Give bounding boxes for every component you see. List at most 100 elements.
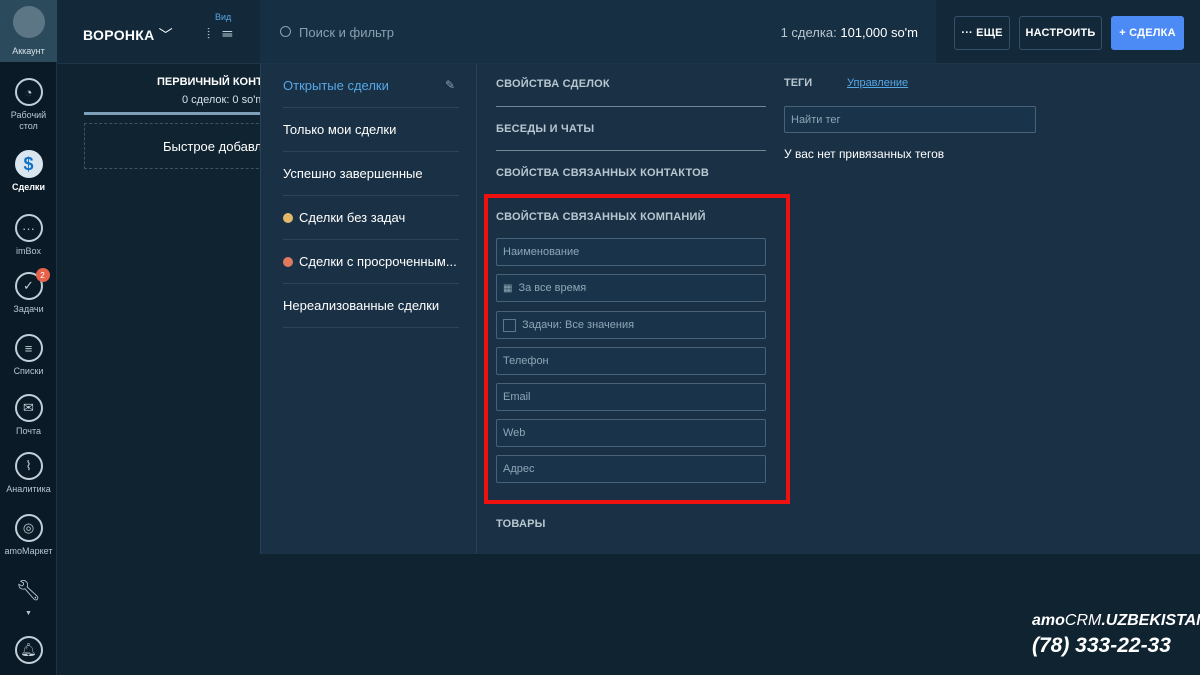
search-input[interactable]: Поиск и фильтр — [299, 25, 394, 40]
search-bar[interactable]: Поиск и фильтр 1 сделка: 101,000 so'm — [260, 0, 936, 64]
filter-item-mine[interactable]: Только мои сделки — [283, 108, 459, 152]
add-deal-button[interactable]: + СДЕЛКА — [1111, 16, 1184, 50]
tags-empty-text: У вас нет привязанных тегов — [784, 147, 945, 161]
section-chats[interactable]: БЕСЕДЫ И ЧАТЫ — [496, 123, 766, 135]
filter-panel: Открытые сделки ✎ Только мои сделки Успе… — [260, 64, 1200, 554]
tasks-field[interactable]: Задачи: Все значения — [496, 311, 766, 339]
tasks-checkbox[interactable] — [503, 318, 516, 332]
calendar-icon: ▦ — [503, 282, 513, 294]
tasks-label: Задачи: Все значения — [522, 319, 635, 331]
brand-prefix: amo — [1032, 612, 1065, 629]
period-label: За все время — [518, 282, 587, 294]
funnel-label: ВОРОНКА — [83, 27, 155, 43]
sidebar-item-label: imBox — [15, 246, 41, 256]
status-dot — [283, 256, 293, 267]
sidebar-item-settings[interactable]: 🔧︎ ▼ — [0, 576, 57, 619]
sidebar-item-label: Списки — [13, 366, 44, 376]
chevron-down-icon: ▼ — [25, 610, 32, 617]
market-icon: ◎ — [14, 514, 43, 542]
analytics-icon: ⌇ — [14, 452, 43, 480]
sidebar-item-lists[interactable]: ≡ Списки — [0, 334, 57, 377]
sidebar-item-mail[interactable]: ✉ Почта — [0, 394, 57, 437]
filter-item-overdue[interactable]: Сделки с просроченным... — [283, 240, 459, 284]
tasks-badge: 2 — [35, 268, 50, 282]
divider — [496, 150, 766, 151]
chevron-down-icon: ﹀ — [158, 27, 173, 43]
preset-filter-list: Открытые сделки ✎ Только мои сделки Успе… — [261, 64, 477, 554]
filter-item-open[interactable]: Открытые сделки ✎ — [283, 64, 459, 108]
brand-crm: CRM — [1064, 612, 1102, 629]
tags-manage-link[interactable]: Управление — [847, 77, 908, 89]
mail-icon: ✉ — [14, 394, 43, 422]
filter-label: Сделки с просроченным... — [299, 254, 457, 269]
sidebar-item-label: Рабочий стол — [10, 110, 47, 131]
setup-button[interactable]: НАСТРОИТЬ — [1019, 16, 1102, 50]
period-field[interactable]: ▦ За все время — [496, 274, 766, 302]
filter-sections: СВОЙСТВА СДЕЛОК БЕСЕДЫ И ЧАТЫ СВОЙСТВА С… — [477, 64, 790, 554]
tag-search-input[interactable]: Найти тег — [784, 106, 1036, 133]
section-goods[interactable]: ТОВАРЫ — [496, 518, 766, 530]
tasks-icon: ✓ 2 — [14, 268, 50, 300]
section-company-properties: СВОЙСТВА СВЯЗАННЫХ КОМПАНИЙ — [496, 211, 706, 223]
pipeline-board: ПЕРВИЧНЫЙ КОНТАКТ 0 сделок: 0 so'm Быстр… — [57, 64, 284, 675]
avatar — [13, 6, 45, 38]
search-icon — [280, 26, 291, 37]
more-button[interactable]: ··· ЕЩЕ — [954, 16, 1010, 50]
account-button[interactable]: Аккаунт — [0, 0, 57, 62]
filter-label: Нереализованные сделки — [283, 298, 440, 313]
sidebar-item-label: Почта — [16, 426, 41, 436]
sidebar-item-label: Сделки — [12, 182, 45, 192]
tags-panel: ТЕГИ Управление Найти тег У вас нет прив… — [767, 64, 1200, 554]
summary-value: 101,000 so'm — [840, 25, 918, 40]
stage-color-bar — [84, 112, 260, 115]
filter-label: Успешно завершенные — [283, 166, 423, 181]
dashboard-icon: ◔ — [14, 78, 43, 106]
deals-summary: 1 сделка: 101,000 so'm — [781, 25, 918, 40]
deals-icon: $ — [14, 150, 43, 178]
section-contact-properties[interactable]: СВОЙСТВА СВЯЗАННЫХ КОНТАКТОВ — [496, 167, 766, 179]
sidebar-item-tasks[interactable]: ✓ 2 Задачи — [0, 268, 57, 315]
quick-add-button[interactable]: Быстрое добавление — [84, 123, 274, 169]
company-name-field[interactable]: Наименование — [496, 238, 766, 266]
wrench-icon: 🔧︎ — [15, 579, 42, 602]
phone-field[interactable]: Телефон — [496, 347, 766, 375]
address-field[interactable]: Адрес — [496, 455, 766, 483]
status-dot — [283, 212, 293, 223]
view-switcher[interactable]: ⦙☰ — [207, 25, 245, 42]
list-view-icon[interactable]: ☰ — [222, 25, 245, 41]
filter-label: Только мои сделки — [283, 122, 397, 137]
stage-count: 0 сделок: 0 so'm — [182, 94, 265, 106]
summary-prefix: 1 сделка: — [780, 25, 837, 40]
filter-item-won[interactable]: Успешно завершенные — [283, 152, 459, 196]
divider — [496, 106, 766, 107]
filter-label: Сделки без задач — [299, 210, 406, 225]
bell-icon: 🔔︎ — [14, 636, 43, 664]
web-field[interactable]: Web — [496, 419, 766, 447]
sidebar-item-imbox[interactable]: ··· imBox — [0, 214, 57, 257]
email-field[interactable]: Email — [496, 383, 766, 411]
filter-item-no-tasks[interactable]: Сделки без задач — [283, 196, 459, 240]
sidebar-item-market[interactable]: ◎ amoМаркет — [0, 514, 57, 557]
sidebar-item-label: Задачи — [13, 304, 44, 314]
brand-suffix: .UZBEKISTAN — [1101, 612, 1200, 629]
sidebar-item-analytics[interactable]: ⌇ Аналитика — [0, 452, 57, 495]
section-deal-properties[interactable]: СВОЙСТВА СДЕЛОК — [496, 78, 766, 90]
left-sidebar: Аккаунт ◔ Рабочий стол $ Сделки ··· imBo… — [0, 0, 57, 675]
view-label: Вид — [215, 12, 232, 22]
brand-logo: amoCRM.UZBEKISTAN — [1032, 612, 1200, 630]
pipeline-view-icon[interactable]: ⦙ — [207, 25, 222, 41]
sidebar-item-dashboard[interactable]: ◔ Рабочий стол — [0, 78, 57, 132]
sidebar-item-label: amoМаркет — [4, 546, 53, 556]
sidebar-item-deals[interactable]: $ Сделки — [0, 150, 57, 193]
funnel-dropdown[interactable]: ВОРОНКА ﹀ — [83, 25, 173, 45]
sidebar-item-label: Аналитика — [6, 484, 51, 494]
brand-phone: (78) 333-22-33 — [1032, 634, 1171, 657]
edit-pencil-icon[interactable]: ✎ — [445, 78, 457, 92]
filter-label: Открытые сделки — [283, 78, 389, 93]
lists-icon: ≡ — [14, 334, 43, 362]
chat-icon: ··· — [14, 214, 43, 242]
sidebar-item-notifications[interactable]: 🔔︎ — [0, 636, 57, 664]
tags-title: ТЕГИ — [784, 77, 813, 89]
filter-item-lost[interactable]: Нереализованные сделки — [283, 284, 459, 328]
account-label: Аккаунт — [12, 46, 45, 56]
